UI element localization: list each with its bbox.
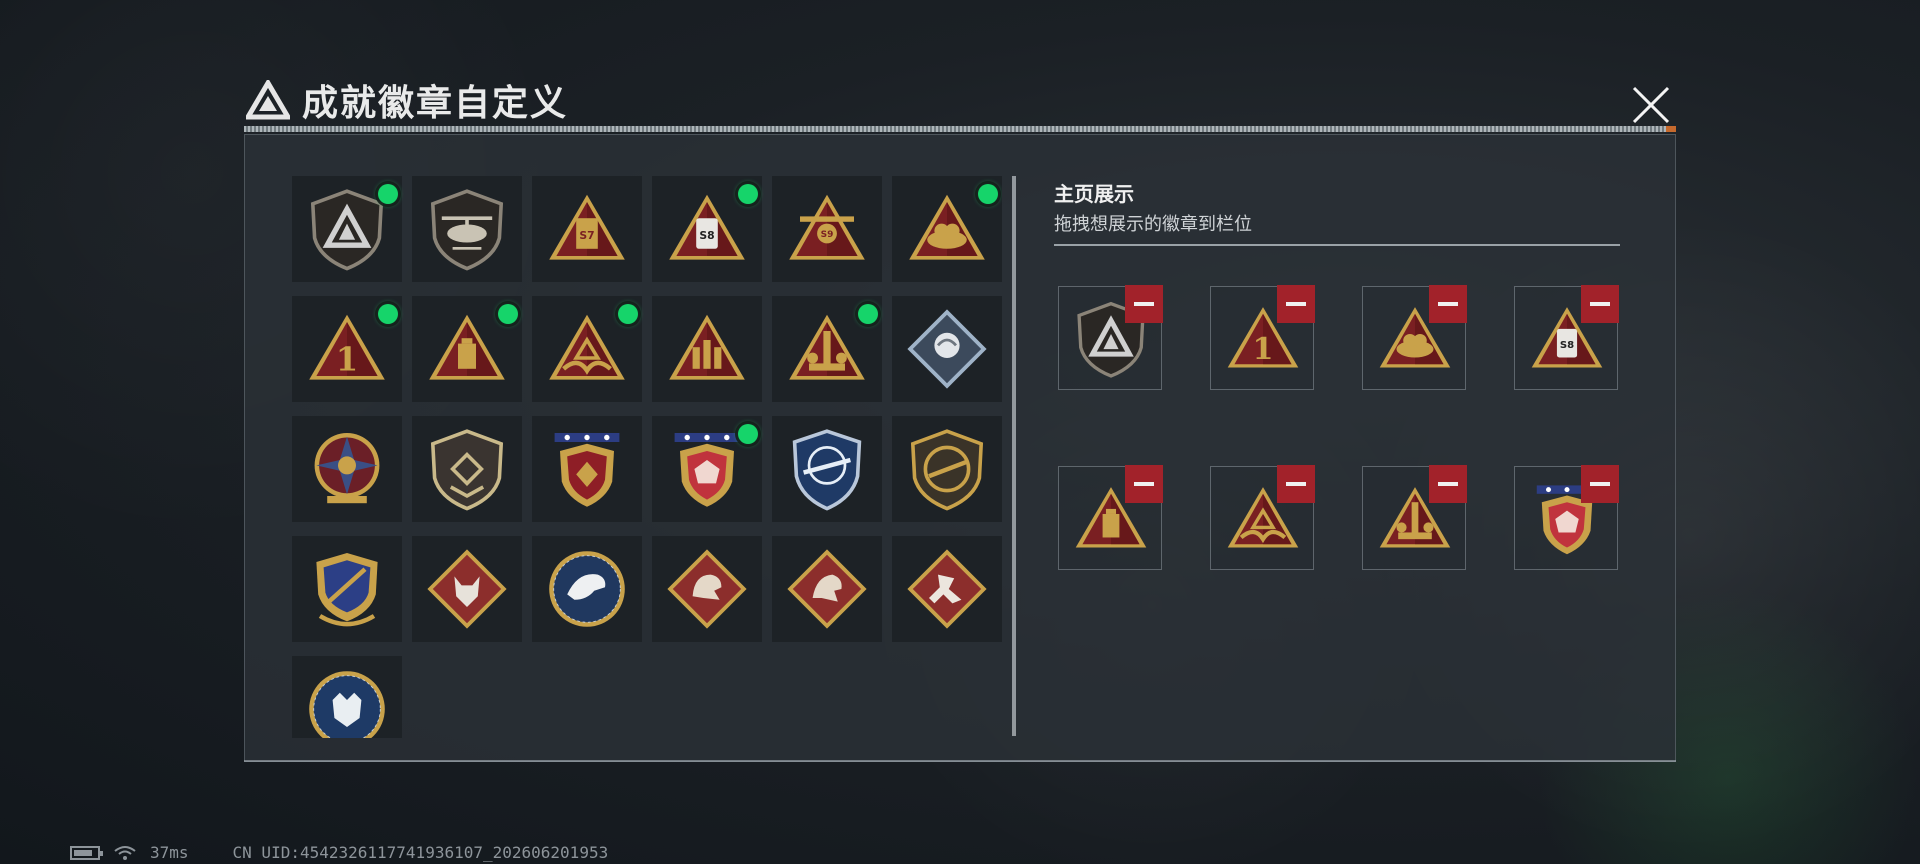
badge-cell[interactable]	[412, 296, 522, 402]
display-section-hint: 拖拽想展示的徽章到栏位	[1054, 214, 1252, 235]
equipped-indicator-icon	[858, 304, 878, 324]
svg-text:S8: S8	[1560, 340, 1574, 351]
badge-cell[interactable]	[412, 416, 522, 522]
equipped-indicator-icon	[978, 184, 998, 204]
equipped-indicator-icon	[738, 424, 758, 444]
badge-cell[interactable]	[772, 296, 882, 402]
display-slot[interactable]: 1	[1210, 285, 1315, 390]
page-title: 成就徽章自定义	[302, 83, 569, 124]
badge-cell[interactable]: 1	[292, 296, 402, 402]
equipped-indicator-icon	[498, 304, 518, 324]
display-section-title: 主页展示	[1054, 182, 1134, 206]
equipped-indicator-icon	[378, 304, 398, 324]
shield-wings-icon	[430, 429, 504, 511]
close-icon[interactable]	[1628, 82, 1674, 128]
badge-cell[interactable]	[652, 296, 762, 402]
header-divider	[244, 126, 1676, 132]
diamond-runner-icon	[907, 549, 987, 629]
svg-text:S9: S9	[821, 230, 834, 240]
badge-cell[interactable]	[772, 536, 882, 642]
badge-cell[interactable]	[532, 416, 642, 522]
triangle-s7-icon: S7	[549, 194, 625, 260]
stars-shield-gold-icon	[554, 433, 620, 507]
badge-cell[interactable]	[412, 176, 522, 282]
badge-cell[interactable]	[892, 536, 1002, 642]
shield-sword-laurel-icon	[316, 553, 378, 627]
equipped-indicator-icon	[738, 184, 758, 204]
svg-text:S7: S7	[579, 229, 594, 242]
badge-cell[interactable]	[292, 536, 402, 642]
grid-scrollbar[interactable]	[1012, 176, 1016, 736]
display-slot[interactable]	[1514, 465, 1619, 570]
badge-cell[interactable]: S9	[772, 176, 882, 282]
circle-eagle-icon	[549, 551, 625, 627]
remove-badge-button[interactable]	[1125, 285, 1163, 323]
badge-cell[interactable]	[532, 296, 642, 402]
shield-rifle-icon	[910, 429, 984, 511]
display-slot[interactable]	[1362, 465, 1467, 570]
display-slot[interactable]	[1058, 285, 1163, 390]
circle-lynx-icon	[309, 671, 385, 738]
panel-bottom-border	[244, 760, 1676, 762]
display-slot[interactable]	[1210, 465, 1315, 570]
remove-badge-button[interactable]	[1429, 465, 1467, 503]
triangle-s9-wings-icon: S9	[789, 194, 865, 260]
badge-cell[interactable]	[652, 536, 762, 642]
remove-badge-button[interactable]	[1581, 285, 1619, 323]
display-slot[interactable]: S8	[1514, 285, 1619, 390]
game-logo-icon	[246, 80, 290, 120]
badge-cell[interactable]	[772, 416, 882, 522]
badge-cell[interactable]	[292, 656, 402, 738]
header-divider-accent	[1666, 126, 1676, 132]
badge-cell[interactable]	[892, 416, 1002, 522]
diamond-dragon-2-icon	[787, 549, 867, 629]
badge-cell[interactable]	[652, 416, 762, 522]
remove-badge-button[interactable]	[1277, 285, 1315, 323]
svg-text:1: 1	[1252, 332, 1273, 367]
battery-icon	[70, 845, 103, 860]
badge-cell[interactable]	[892, 296, 1002, 402]
badge-cell[interactable]: S7	[532, 176, 642, 282]
status-bar: 37ms CN UID:4542326117741936107_20260620…	[70, 843, 608, 862]
remove-badge-button[interactable]	[1277, 465, 1315, 503]
wifi-icon	[114, 845, 136, 860]
equipped-indicator-icon	[378, 184, 398, 204]
user-uid: CN UID:4542326117741936107_202606201953	[232, 843, 609, 862]
ping-value: 37ms	[150, 843, 189, 862]
remove-badge-button[interactable]	[1429, 285, 1467, 323]
remove-badge-button[interactable]	[1125, 465, 1163, 503]
triangle-soldiers-icon	[669, 314, 745, 380]
equipped-indicator-icon	[618, 304, 638, 324]
remove-badge-button[interactable]	[1581, 465, 1619, 503]
star-emblem-icon	[314, 433, 380, 504]
diamond-rose-icon	[907, 309, 987, 389]
helicopter-icon	[430, 189, 504, 271]
display-slot[interactable]	[1362, 285, 1467, 390]
dialog-header: 成就徽章自定义	[246, 76, 568, 124]
display-slot[interactable]	[1058, 465, 1163, 570]
badge-cell[interactable]	[292, 416, 402, 522]
diamond-wolf-icon	[427, 549, 507, 629]
svg-text:S8: S8	[699, 229, 714, 242]
diamond-dragon-icon	[667, 549, 747, 629]
badge-cell[interactable]: S8	[652, 176, 762, 282]
badge-grid: S7 S8 S9 1	[292, 176, 1002, 738]
badge-cell[interactable]	[292, 176, 402, 282]
svg-text:1: 1	[336, 341, 359, 379]
shield-crosshair-rifle-icon	[792, 429, 862, 511]
badge-cell[interactable]	[892, 176, 1002, 282]
display-section-divider	[1054, 244, 1620, 246]
badge-cell[interactable]	[532, 536, 642, 642]
badge-cell[interactable]	[412, 536, 522, 642]
